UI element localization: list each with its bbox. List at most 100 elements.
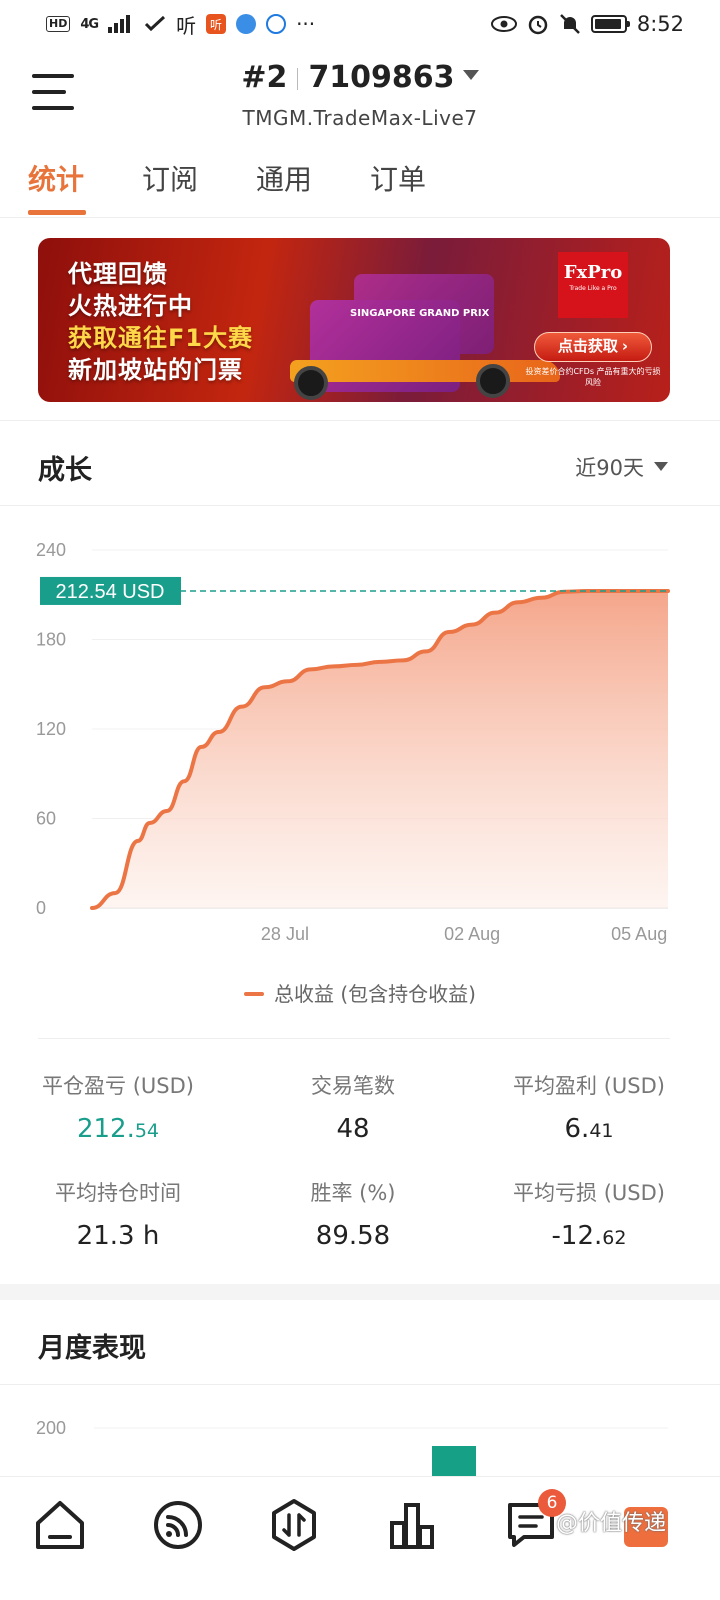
stat-label: 胜率 (%) bbox=[310, 1181, 396, 1205]
nav-feed[interactable] bbox=[150, 1497, 206, 1553]
watermark: @价值传递 bbox=[556, 1511, 667, 1536]
tab-general[interactable]: 通用 bbox=[256, 150, 370, 217]
nav-stats[interactable] bbox=[384, 1497, 440, 1553]
banner-line: 代理回馈 bbox=[68, 260, 168, 288]
clock: 8:52 bbox=[636, 12, 684, 36]
value-dec: 41 bbox=[589, 1120, 614, 1142]
period-dropdown[interactable]: 近90天 bbox=[575, 452, 668, 482]
eye-icon bbox=[490, 16, 517, 32]
car-wheel bbox=[476, 364, 510, 398]
feed-icon bbox=[154, 1501, 202, 1549]
chevron-down-icon bbox=[462, 69, 479, 80]
fxpro-logo: FxPro Trade Like a Pro bbox=[558, 252, 628, 318]
growth-chart[interactable]: 240 180 120 60 0 28 Jul 02 Aug 05 Aug 212.54 U… bbox=[0, 520, 720, 950]
tab-orders[interactable]: 订单 bbox=[370, 150, 484, 217]
stat-win-rate: 胜率 (%) 89.58 bbox=[280, 1177, 426, 1251]
chevron-right-icon: › bbox=[621, 337, 629, 355]
banner-line: 获取通往F1大赛 bbox=[68, 324, 254, 352]
legend-label: 总收益 (包含持仓收益) bbox=[274, 982, 476, 1006]
tab-bar: 统计 订阅 通用 订单 bbox=[0, 150, 720, 218]
circle-app-icon bbox=[266, 14, 287, 34]
monthly-chart[interactable]: 200 bbox=[0, 1400, 720, 1476]
y-tick-label: 240 bbox=[36, 540, 66, 560]
ticket-text: SINGAPORE GRAND PRIX bbox=[350, 308, 490, 319]
risk-disclaimer: 投资差价合约CFDs 产品有重大的亏损风险 bbox=[525, 367, 661, 387]
nav-trade[interactable] bbox=[266, 1497, 322, 1553]
account-number: 7109863 bbox=[308, 60, 455, 95]
stat-label: 平均亏损 (USD) bbox=[513, 1181, 665, 1205]
signal-icon bbox=[108, 15, 131, 33]
car-wheel bbox=[294, 366, 328, 400]
y-tick-label: 0 bbox=[36, 898, 46, 918]
tab-stats[interactable]: 统计 bbox=[28, 150, 142, 217]
chart-icon bbox=[390, 1503, 434, 1549]
current-value-label: 212.54 USD bbox=[56, 581, 165, 603]
stat-closed-pnl: 平仓盈亏 (USD) 212.54 bbox=[38, 1070, 198, 1144]
x-tick-label: 28 Jul bbox=[261, 924, 309, 944]
account-selector[interactable]: #2 7109863 bbox=[0, 60, 720, 95]
stat-avg-loss: 平均亏损 (USD) -12.62 bbox=[508, 1177, 670, 1251]
y-tick-label: 60 bbox=[36, 809, 56, 829]
brand-name: FxPro bbox=[563, 262, 623, 283]
nav-messages[interactable]: 6 bbox=[504, 1489, 566, 1553]
stat-value: 48 bbox=[280, 1114, 426, 1144]
value-int: 6. bbox=[564, 1114, 590, 1144]
home-icon bbox=[36, 1501, 84, 1549]
value-dec: 62 bbox=[602, 1227, 627, 1249]
value-dec: 54 bbox=[134, 1120, 160, 1142]
divider bbox=[0, 1384, 720, 1385]
stat-avg-hold-time: 平均持仓时间 21.3 h bbox=[38, 1177, 198, 1251]
status-left: HD 4G 听 听 ··· bbox=[46, 10, 315, 39]
title-separator bbox=[297, 67, 299, 90]
value-int: 48 bbox=[336, 1114, 370, 1144]
stat-value: 212.54 bbox=[38, 1114, 198, 1144]
period-label: 近90天 bbox=[575, 456, 644, 480]
banner-line: 新加坡站的门票 bbox=[68, 356, 243, 384]
promo-banner[interactable]: 代理回馈 火热进行中 获取通往F1大赛 新加坡站的门票 SINGAPORE GR… bbox=[38, 238, 670, 402]
value-int: 21.3 h bbox=[76, 1221, 160, 1251]
app-check-icon bbox=[145, 15, 166, 32]
alarm-icon bbox=[528, 15, 548, 35]
x-tick-label: 05 Aug bbox=[611, 924, 667, 944]
network-type: 4G bbox=[80, 16, 99, 32]
stat-label: 平均持仓时间 bbox=[55, 1181, 181, 1205]
banner-line: 火热进行中 bbox=[68, 292, 193, 320]
stat-value: -12.62 bbox=[508, 1221, 670, 1251]
account-server: TMGM.TradeMax-Live7 bbox=[242, 106, 478, 130]
status-bar: HD 4G 听 听 ··· 8:52 bbox=[0, 0, 720, 48]
divider bbox=[0, 420, 720, 421]
stat-label: 平仓盈亏 (USD) bbox=[42, 1074, 194, 1098]
status-right: 8:52 bbox=[490, 12, 684, 36]
hd-badge: HD bbox=[46, 16, 71, 32]
banner-headline: 代理回馈 火热进行中 获取通往F1大赛 新加坡站的门票 bbox=[68, 258, 253, 386]
stat-label: 交易笔数 bbox=[311, 1074, 395, 1098]
account-index: #2 bbox=[241, 60, 288, 95]
value-int: 89.58 bbox=[315, 1221, 391, 1251]
growth-title: 成长 bbox=[38, 455, 92, 486]
stat-trade-count: 交易笔数 48 bbox=[280, 1070, 426, 1144]
stat-avg-profit: 平均盈利 (USD) 6.41 bbox=[508, 1070, 670, 1144]
trade-icon bbox=[272, 1499, 316, 1551]
monthly-y-tick: 200 bbox=[36, 1418, 66, 1438]
stat-label: 平均盈利 (USD) bbox=[513, 1074, 665, 1098]
y-tick-label: 120 bbox=[36, 719, 66, 739]
legend-swatch bbox=[244, 991, 265, 996]
stat-value: 6.41 bbox=[508, 1114, 670, 1144]
value-int: 212. bbox=[76, 1114, 135, 1144]
app-header: #2 7109863 TMGM.TradeMax-Live7 bbox=[0, 52, 720, 142]
bottom-nav: 6 @价值传递 bbox=[0, 1476, 720, 1600]
monthly-title: 月度表现 bbox=[38, 1333, 146, 1364]
growth-section-header: 成长 近90天 bbox=[0, 424, 720, 506]
battery-icon bbox=[590, 15, 630, 33]
stat-value: 89.58 bbox=[280, 1221, 426, 1251]
banner-cta-button[interactable]: 点击获取 › bbox=[534, 332, 652, 362]
tab-subscribe[interactable]: 订阅 bbox=[142, 150, 256, 217]
divider bbox=[38, 1038, 670, 1039]
globe-app-icon bbox=[236, 14, 257, 34]
x-tick-label: 02 Aug bbox=[444, 924, 500, 944]
monthly-chart-svg: 200 bbox=[36, 1418, 668, 1476]
y-tick-label: 180 bbox=[36, 630, 66, 650]
f1-car-image bbox=[290, 360, 560, 382]
brand-tagline: Trade Like a Pro bbox=[569, 285, 617, 292]
nav-home[interactable] bbox=[32, 1497, 88, 1553]
